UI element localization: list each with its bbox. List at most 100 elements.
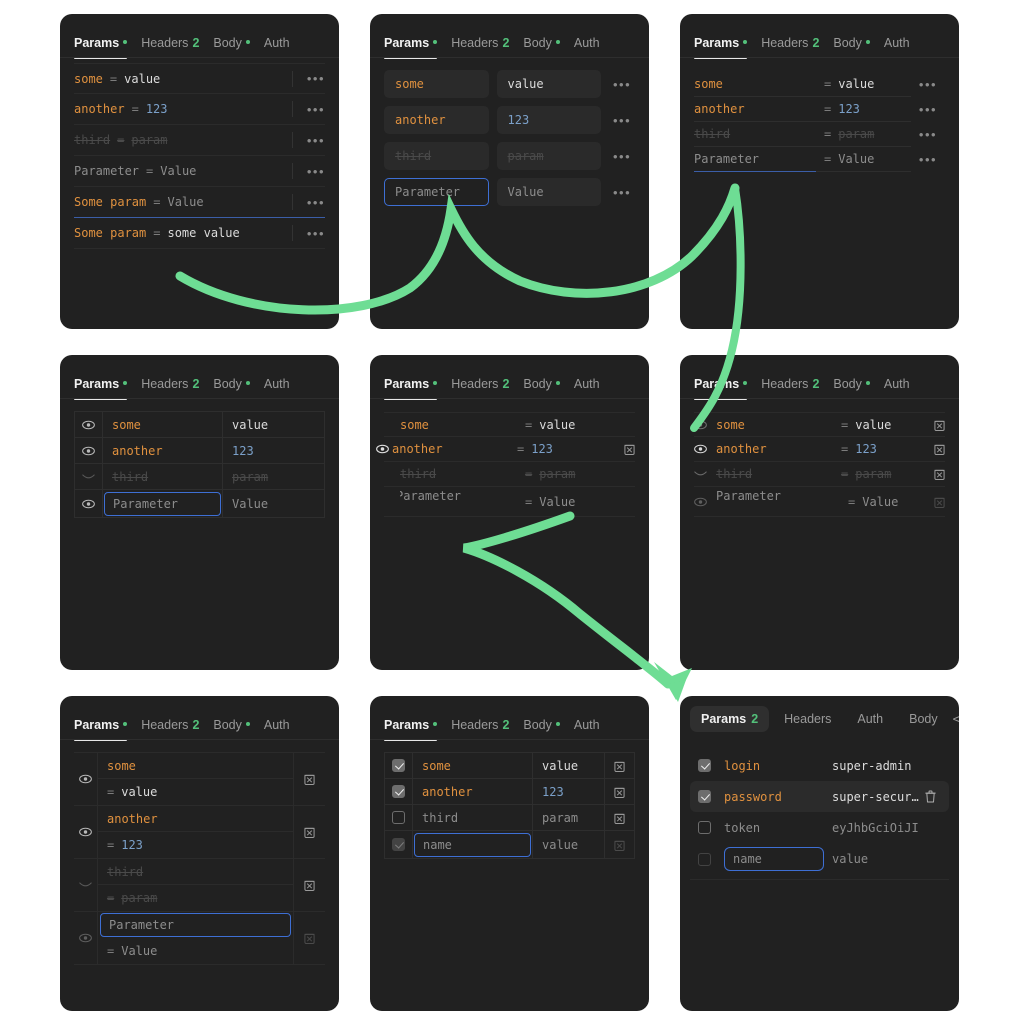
tab-body[interactable]: Body [833, 377, 870, 399]
eye-open-icon[interactable] [694, 444, 716, 454]
param-value-cell[interactable]: = Value [525, 495, 613, 509]
tab-auth[interactable]: Auth [846, 706, 894, 732]
param-key-cell-focused[interactable]: Parameter [694, 147, 816, 172]
eye-open-icon[interactable] [376, 444, 392, 454]
table-row-new[interactable]: Parameter = Value [384, 487, 635, 517]
param-key-cell[interactable]: another [413, 779, 533, 804]
table-row-disabled[interactable]: third = param [694, 462, 945, 487]
table-row[interactable]: another = 123 [694, 437, 945, 462]
param-key-cell[interactable]: third [716, 467, 841, 481]
tab-headers[interactable]: Headers 2 [761, 36, 819, 58]
table-row[interactable]: some value [75, 412, 324, 438]
table-row[interactable]: Some param = some value ••• [74, 218, 325, 249]
table-row-new[interactable]: name value [690, 843, 949, 875]
tab-params[interactable]: Params [694, 377, 748, 400]
tab-headers[interactable]: Headers [773, 706, 842, 732]
delete-icon[interactable] [923, 419, 945, 431]
param-value-cell[interactable]: super-admin [832, 759, 919, 773]
param-key-input[interactable]: Parameter [104, 491, 221, 516]
param-key-cell[interactable]: third [103, 464, 223, 489]
table-row-disabled[interactable]: third param [75, 464, 324, 490]
param-key-input-focused[interactable]: Parameter [384, 178, 489, 206]
tab-body[interactable]: Body [833, 36, 870, 58]
eye-open-icon[interactable] [75, 490, 103, 517]
tab-params[interactable]: Params 2 [690, 706, 770, 732]
delete-icon[interactable] [923, 468, 945, 480]
param-key-cell[interactable]: some [716, 418, 841, 432]
table-row[interactable]: another 123 [385, 779, 634, 805]
tab-params[interactable]: Params [384, 377, 438, 400]
row-checkbox[interactable] [698, 790, 724, 803]
param-value-cell[interactable]: = Value [816, 147, 911, 172]
param-key-cell[interactable]: password [724, 790, 832, 804]
eye-closed-icon[interactable] [74, 859, 98, 911]
eye-open-icon[interactable] [74, 806, 98, 858]
delete-icon[interactable] [613, 443, 635, 455]
table-row-disabled[interactable]: third = param ••• [694, 122, 945, 147]
delete-icon[interactable] [604, 753, 634, 778]
table-row-new[interactable]: Parameter = Value ••• [694, 147, 945, 172]
param-value-cell[interactable]: = param [98, 885, 293, 911]
param-value-cell[interactable]: 123 [223, 438, 324, 463]
tab-headers[interactable]: Headers 2 [761, 377, 819, 399]
param-key-cell[interactable]: some [413, 753, 533, 778]
tab-auth[interactable]: Auth [574, 377, 600, 399]
table-row-selected[interactable]: password super-secur… [690, 781, 949, 812]
row-checkbox[interactable] [698, 852, 724, 866]
eye-open-icon[interactable] [74, 753, 98, 805]
tab-auth[interactable]: Auth [264, 718, 290, 740]
param-value-cell[interactable]: super-secur… [832, 790, 919, 804]
table-row[interactable]: another = 123 ••• [74, 94, 325, 125]
table-row-new[interactable]: Parameter = Value [74, 912, 325, 965]
tab-auth[interactable]: Auth [264, 36, 290, 58]
table-row-new[interactable]: name value [385, 831, 634, 859]
param-key-cell[interactable]: another [716, 442, 841, 456]
param-value-cell[interactable]: = value [816, 72, 911, 97]
param-key-cell[interactable]: another [392, 442, 517, 456]
param-key-cell[interactable]: another [694, 97, 816, 122]
param-value-cell[interactable]: value [533, 753, 604, 778]
row-menu-icon[interactable]: ••• [911, 102, 945, 117]
code-view-icon[interactable]: </> [953, 712, 959, 726]
table-row[interactable]: some = value [384, 412, 635, 437]
row-menu-icon[interactable]: ••• [911, 152, 945, 167]
delete-icon[interactable] [604, 779, 634, 804]
param-key-input[interactable]: name [724, 847, 824, 871]
table-row-empty[interactable]: Parameter = Value ••• [74, 156, 325, 187]
table-row-disabled[interactable]: third = param [74, 859, 325, 912]
row-menu-icon[interactable]: ••• [291, 163, 325, 179]
eye-open-icon[interactable] [694, 420, 716, 430]
param-value-cell[interactable]: = 123 [98, 832, 293, 858]
tab-headers[interactable]: Headers 2 [141, 718, 199, 740]
param-value-cell[interactable]: = Value [98, 938, 293, 964]
row-menu-icon[interactable]: ••• [911, 77, 945, 92]
param-value-cell[interactable]: = 123 [517, 442, 613, 456]
table-row[interactable]: some value ••• [384, 70, 635, 98]
table-row-new[interactable]: Parameter = Value [694, 487, 945, 517]
table-row-new[interactable]: Parameter Value ••• [384, 178, 635, 206]
tab-auth[interactable]: Auth [884, 377, 910, 399]
tab-params[interactable]: Params [694, 36, 748, 59]
checkbox-unchecked-icon[interactable] [392, 811, 405, 824]
param-value-cell[interactable]: = param [841, 467, 923, 481]
eye-open-icon[interactable] [75, 412, 103, 437]
param-value-cell[interactable]: = Value [841, 495, 923, 509]
param-key-cell-focused[interactable]: name [413, 831, 533, 858]
param-key-cell-focused[interactable]: Parameter [103, 490, 223, 517]
table-row[interactable]: some = value [694, 412, 945, 437]
param-value-cell[interactable]: = value [525, 418, 613, 432]
tab-headers[interactable]: Headers 2 [141, 36, 199, 58]
param-value-cell[interactable]: = 123 [816, 97, 911, 122]
tab-body[interactable]: Body [213, 377, 250, 399]
param-value-cell[interactable]: = param [816, 122, 911, 147]
row-menu-icon[interactable]: ••• [609, 184, 635, 200]
param-value-cell[interactable]: = value [841, 418, 923, 432]
row-menu-icon[interactable]: ••• [911, 127, 945, 142]
row-menu-icon[interactable]: ••• [291, 194, 325, 210]
row-menu-icon[interactable]: ••• [291, 101, 325, 117]
param-key-cell[interactable]: another [98, 806, 293, 832]
tab-auth[interactable]: Auth [574, 36, 600, 58]
checkbox-checked-icon[interactable] [698, 759, 711, 772]
param-key-input[interactable]: Parameter [716, 489, 841, 514]
tab-headers[interactable]: Headers 2 [451, 377, 509, 399]
